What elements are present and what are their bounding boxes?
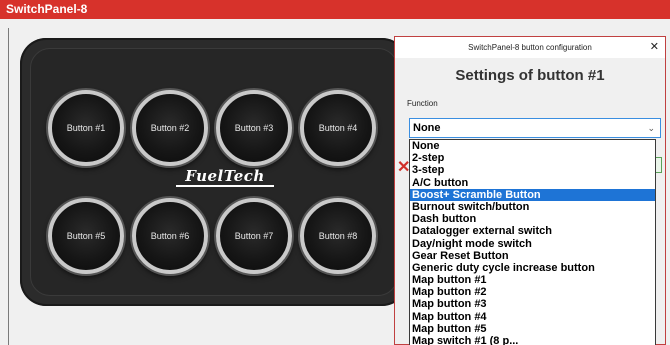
- switch-button-5[interactable]: Button #5: [48, 198, 124, 274]
- function-option[interactable]: Map button #2: [410, 286, 655, 298]
- function-option[interactable]: A/C button: [410, 177, 655, 189]
- switch-button-label: Button #4: [318, 123, 358, 133]
- window-title: SwitchPanel-8: [0, 0, 670, 19]
- switch-button-label: Button #5: [66, 231, 106, 241]
- function-select[interactable]: None ⌄: [409, 118, 661, 138]
- function-option[interactable]: Map button #5: [410, 323, 655, 335]
- function-option[interactable]: None: [410, 140, 655, 152]
- function-option[interactable]: Day/night mode switch: [410, 238, 655, 250]
- function-option[interactable]: 2-step: [410, 152, 655, 164]
- function-label: Function: [407, 99, 438, 108]
- function-option[interactable]: Gear Reset Button: [410, 250, 655, 262]
- function-option[interactable]: 3-step: [410, 164, 655, 176]
- switch-button-label: Button #2: [150, 123, 190, 133]
- function-option[interactable]: Burnout switch/button: [410, 201, 655, 213]
- switch-button-2[interactable]: Button #2: [132, 90, 208, 166]
- function-select-value: None: [413, 122, 441, 134]
- function-option[interactable]: Map button #3: [410, 298, 655, 310]
- function-option[interactable]: Map button #4: [410, 311, 655, 323]
- function-option[interactable]: Boost+ Scramble Button: [410, 188, 655, 201]
- settings-heading: Settings of button #1: [455, 67, 605, 84]
- function-option[interactable]: Map button #1: [410, 274, 655, 286]
- function-option[interactable]: Datalogger external switch: [410, 225, 655, 237]
- function-option[interactable]: Dash button: [410, 213, 655, 225]
- switch-button-1[interactable]: Button #1: [48, 90, 124, 166]
- switch-button-label: Button #8: [318, 231, 358, 241]
- function-option[interactable]: Generic duty cycle increase button: [410, 262, 655, 274]
- function-options-list[interactable]: None 2-step 3-step A/C button Boost+ Scrambl…: [409, 139, 656, 345]
- dialog-title: SwitchPanel-8 button configuration: [395, 37, 665, 58]
- panel-border: [8, 28, 9, 345]
- switch-button-label: Button #7: [234, 231, 274, 241]
- fueltech-logo: FuelTech: [185, 167, 265, 185]
- switch-button-8[interactable]: Button #8: [300, 198, 376, 274]
- function-option[interactable]: Map switch #1 (8 p...: [410, 335, 655, 345]
- switch-button-label: Button #6: [150, 231, 190, 241]
- logo-underline: [176, 185, 274, 187]
- switch-button-label: Button #3: [234, 123, 274, 133]
- switch-button-7[interactable]: Button #7: [216, 198, 292, 274]
- switch-button-4[interactable]: Button #4: [300, 90, 376, 166]
- switch-button-6[interactable]: Button #6: [132, 198, 208, 274]
- chevron-down-icon: ⌄: [647, 123, 655, 133]
- switch-button-3[interactable]: Button #3: [216, 90, 292, 166]
- close-icon[interactable]: ✕: [650, 37, 659, 58]
- switch-button-label: Button #1: [66, 123, 106, 133]
